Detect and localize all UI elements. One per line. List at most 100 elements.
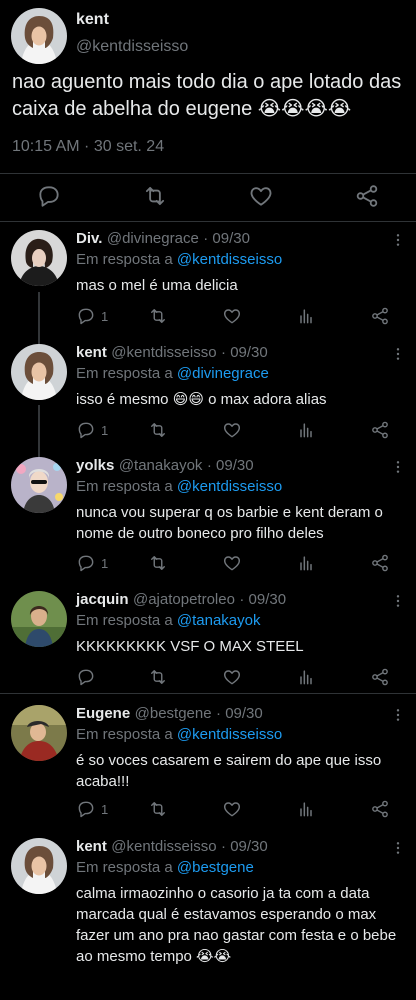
more-icon[interactable] — [390, 346, 406, 367]
avatar[interactable] — [11, 838, 67, 894]
reply-date: · 09/30 — [206, 457, 254, 474]
reply-text: KKKKKKKKK VSF O MAX STEEL — [76, 638, 304, 655]
views-icon[interactable] — [296, 667, 316, 687]
mention-link[interactable]: @bestgene — [177, 859, 254, 876]
author-name[interactable]: Div. — [76, 230, 102, 247]
retweet-icon[interactable] — [148, 306, 168, 326]
reply-date: · 09/30 — [203, 230, 250, 247]
author-handle[interactable]: @bestgene — [135, 705, 212, 722]
reply-text: nunca vou superar q os barbie e kent der… — [76, 504, 383, 542]
mention-link[interactable]: @kentdisseisso — [177, 251, 282, 268]
share-icon[interactable] — [370, 553, 390, 573]
author-name[interactable]: kent — [76, 344, 107, 361]
reply-text: é so voces casarem e sairem do ape que i… — [76, 752, 382, 790]
retweet-icon[interactable] — [148, 420, 168, 440]
reply-icon[interactable] — [36, 183, 62, 209]
in-reply-label: Em resposta a — [76, 859, 173, 876]
author-name[interactable]: yolks — [76, 457, 114, 474]
in-reply-to: Em resposta a @kentdisseisso — [76, 478, 282, 495]
share-icon[interactable] — [370, 667, 390, 687]
reply-text: calma irmaozinho o casorio ja ta com a d… — [76, 885, 397, 965]
mention-link[interactable]: @tanakayok — [177, 612, 261, 629]
like-icon[interactable] — [222, 667, 242, 687]
avatar[interactable] — [11, 705, 67, 761]
in-reply-label: Em resposta a — [76, 251, 173, 268]
author-handle[interactable]: @ajatopetroleo — [133, 591, 235, 608]
author-name[interactable]: kent — [76, 838, 107, 855]
retweet-icon[interactable] — [148, 667, 168, 687]
retweet-icon[interactable] — [148, 553, 168, 573]
views-icon[interactable] — [296, 306, 316, 326]
avatar[interactable] — [11, 591, 67, 647]
tweet-actions — [0, 180, 416, 212]
more-icon[interactable] — [390, 232, 406, 253]
author-handle[interactable]: @kentdisseisso — [111, 344, 216, 361]
reply-count: 1 — [101, 801, 109, 817]
in-reply-to: Em resposta a @bestgene — [76, 859, 254, 876]
author-handle[interactable]: @kentdisseisso — [111, 838, 216, 855]
tweet-text: nao aguento mais todo dia o ape lotado d… — [12, 71, 402, 120]
in-reply-label: Em resposta a — [76, 612, 173, 629]
reply-icon[interactable]: 1 — [76, 420, 108, 440]
thread-line — [38, 292, 40, 346]
reply-actions: 1 — [76, 553, 406, 575]
author-handle[interactable]: @divinegrace — [107, 230, 199, 247]
author-name[interactable]: Eugene — [76, 705, 130, 722]
more-icon[interactable] — [390, 707, 406, 728]
reply-actions: 1 — [76, 420, 406, 442]
mention-link[interactable]: @kentdisseisso — [177, 726, 282, 743]
in-reply-label: Em resposta a — [76, 726, 173, 743]
retweet-icon[interactable] — [142, 183, 168, 209]
more-icon[interactable] — [390, 593, 406, 614]
reply-icon[interactable] — [76, 667, 101, 687]
author-handle[interactable]: @kentdisseisso — [76, 38, 188, 56]
mention-link[interactable]: @divinegrace — [177, 365, 269, 382]
mention-link[interactable]: @kentdisseisso — [177, 478, 282, 495]
in-reply-label: Em resposta a — [76, 365, 173, 382]
tweet-timestamp[interactable]: 10:15 AM · 30 set. 24 — [12, 138, 164, 156]
views-icon[interactable] — [296, 553, 316, 573]
in-reply-label: Em resposta a — [76, 478, 173, 495]
share-icon[interactable] — [370, 306, 390, 326]
reply-count: 1 — [101, 422, 109, 438]
retweet-icon[interactable] — [148, 799, 168, 819]
in-reply-to: Em resposta a @kentdisseisso — [76, 726, 282, 743]
like-icon[interactable] — [248, 183, 274, 209]
more-icon[interactable] — [390, 459, 406, 480]
like-icon[interactable] — [222, 553, 242, 573]
avatar[interactable] — [11, 230, 67, 286]
in-reply-to: Em resposta a @tanakayok — [76, 612, 261, 629]
reply-icon[interactable]: 1 — [76, 799, 108, 819]
in-reply-to: Em resposta a @divinegrace — [76, 365, 269, 382]
divider — [0, 693, 416, 694]
reply-count: 1 — [101, 308, 109, 324]
reply-text: mas o mel é uma delicia — [76, 277, 238, 294]
reply-actions: 1 — [76, 306, 406, 328]
reply-icon[interactable]: 1 — [76, 553, 108, 573]
reply-count: 1 — [101, 555, 109, 571]
like-icon[interactable] — [222, 420, 242, 440]
reply-actions — [76, 667, 406, 689]
reply-date: · 09/30 — [239, 591, 287, 608]
avatar[interactable] — [11, 344, 67, 400]
like-icon[interactable] — [222, 306, 242, 326]
reply-actions: 1 — [76, 799, 406, 821]
reply-date: · 09/30 — [216, 705, 263, 722]
avatar[interactable] — [11, 457, 67, 513]
like-icon[interactable] — [222, 799, 242, 819]
share-icon[interactable] — [354, 183, 380, 209]
in-reply-to: Em resposta a @kentdisseisso — [76, 251, 282, 268]
views-icon[interactable] — [296, 420, 316, 440]
reply-text: isso é mesmo 😄😄 o max adora alias — [76, 391, 327, 408]
share-icon[interactable] — [370, 799, 390, 819]
thread-line — [38, 405, 40, 459]
share-icon[interactable] — [370, 420, 390, 440]
avatar[interactable] — [11, 8, 67, 64]
reply-icon[interactable]: 1 — [76, 306, 108, 326]
views-icon[interactable] — [296, 799, 316, 819]
author-handle[interactable]: @tanakayok — [119, 457, 203, 474]
author-name[interactable]: jacquin — [76, 591, 129, 608]
author-name[interactable]: kent — [76, 11, 109, 29]
more-icon[interactable] — [390, 840, 406, 861]
divider — [0, 221, 416, 222]
